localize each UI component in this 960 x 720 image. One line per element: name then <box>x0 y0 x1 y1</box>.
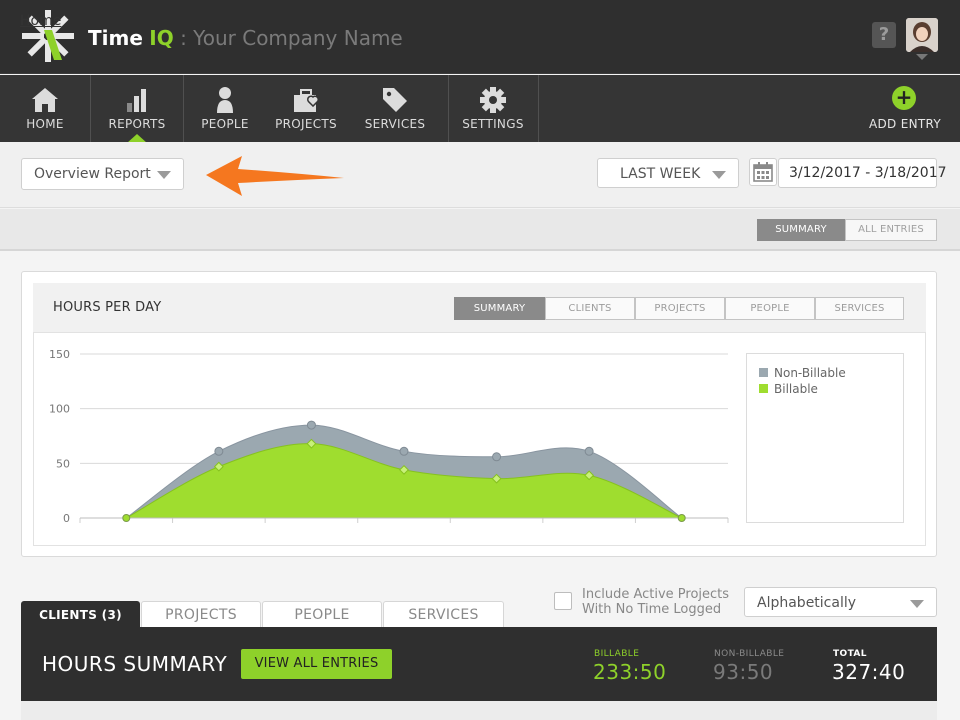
annotation-arrow-icon <box>206 156 344 196</box>
home-icon <box>32 88 58 112</box>
brand-iq: IQ <box>149 26 174 50</box>
y-tick-label: 150 <box>49 348 70 361</box>
summary-content-area <box>21 701 937 720</box>
gear-icon <box>480 87 506 113</box>
include-label-line2: With No Time Logged <box>582 602 722 617</box>
period-value: LAST WEEK <box>620 166 701 182</box>
toggle-summary[interactable]: SUMMARY <box>757 219 845 241</box>
include-label-line1: Include Active Projects <box>582 587 730 602</box>
add-entry-label: ADD ENTRY <box>869 117 941 131</box>
bar-chart-icon <box>127 89 146 112</box>
total-value: 327:40 <box>832 660 906 684</box>
breadcrumb-home-link[interactable]: Home <box>20 13 61 29</box>
y-tick-label: 0 <box>63 512 70 525</box>
point-non-billable <box>399 446 409 456</box>
nonbillable-value: 93:50 <box>713 660 774 684</box>
chart-tab-people[interactable]: PEOPLE <box>725 297 815 320</box>
date-range-field[interactable]: 3/12/2017 - 3/18/2017 <box>778 158 947 188</box>
calendar-button[interactable] <box>749 158 777 186</box>
legend-label: Billable <box>774 382 818 396</box>
company-name: Your Company Name <box>193 26 403 50</box>
billable-label: BILLABLE <box>594 649 640 659</box>
tab-projects[interactable]: PROJECTS <box>141 601 261 628</box>
nav-item-services[interactable]: SERVICES <box>352 75 438 142</box>
point-non-billable <box>306 420 316 430</box>
nav-label: SERVICES <box>364 117 426 131</box>
nav-item-settings[interactable]: SETTINGS <box>449 75 537 142</box>
nav-item-people[interactable]: PEOPLE <box>194 75 256 142</box>
tab-people[interactable]: PEOPLE <box>262 601 382 628</box>
tab-clients[interactable]: CLIENTS (3) <box>21 601 140 628</box>
chart-tab-projects[interactable]: PROJECTS <box>635 297 725 320</box>
nav-item-reports[interactable]: REPORTS <box>91 75 183 142</box>
help-button[interactable]: ? <box>872 22 896 48</box>
chart-tab-services[interactable]: SERVICES <box>815 297 904 320</box>
legend-item-billable: Billable <box>759 382 818 396</box>
nav-label: REPORTS <box>108 117 166 131</box>
view-all-entries-button[interactable]: VIEW ALL ENTRIES <box>241 649 392 679</box>
brand-separator: : <box>173 26 194 50</box>
chevron-down-icon <box>910 600 924 608</box>
chevron-down-icon <box>712 171 726 179</box>
point-non-billable <box>214 446 224 456</box>
legend-swatch <box>759 368 768 377</box>
point-billable <box>677 514 686 522</box>
hours-summary-title: HOURS SUMMARY <box>42 652 228 676</box>
nav-label: PROJECTS <box>275 117 337 131</box>
nav-label: SETTINGS <box>462 117 524 131</box>
calendar-icon <box>753 162 773 182</box>
chart-legend: Non-Billable Billable <box>746 353 904 523</box>
toggle-all-entries[interactable]: ALL ENTRIES <box>845 219 937 241</box>
nonbillable-label: NON-BILLABLE <box>714 649 785 659</box>
nav-label: PEOPLE <box>201 117 249 131</box>
help-icon: ? <box>878 24 890 45</box>
nav-item-projects[interactable]: PROJECTS <box>268 75 344 142</box>
nav-divider <box>538 75 539 142</box>
tab-services[interactable]: SERVICES <box>383 601 504 628</box>
chart-title: HOURS PER DAY <box>53 300 162 315</box>
hours-per-day-chart: 0 50 100 150 <box>49 348 729 525</box>
legend-swatch <box>759 384 768 393</box>
chevron-down-icon <box>157 171 171 179</box>
include-active-projects-label: Include Active Projects With No Time Log… <box>582 587 729 617</box>
chart-tab-summary[interactable]: SUMMARY <box>454 297 545 320</box>
billable-value: 233:50 <box>593 660 667 684</box>
person-icon <box>217 87 233 113</box>
legend-item-nonbillable: Non-Billable <box>759 366 846 380</box>
sort-order-select[interactable]: Alphabetically <box>744 587 937 617</box>
nav-divider <box>183 75 184 142</box>
legend-label: Non-Billable <box>774 366 846 380</box>
brand-title: Time IQ : Your Company Name <box>88 26 403 50</box>
briefcase-heart-icon <box>294 89 319 112</box>
period-select[interactable]: LAST WEEK <box>597 158 739 188</box>
report-type-select[interactable]: Overview Report <box>21 158 184 190</box>
point-billable <box>122 514 131 522</box>
y-tick-label: 100 <box>49 403 70 416</box>
y-tick-label: 50 <box>56 457 70 470</box>
point-non-billable <box>584 446 594 456</box>
user-avatar[interactable] <box>906 18 938 52</box>
add-plus-icon[interactable]: + <box>892 86 916 110</box>
total-label: TOTAL <box>833 649 867 659</box>
include-active-projects-checkbox[interactable] <box>554 592 572 610</box>
sort-order-value: Alphabetically <box>757 595 857 611</box>
nav-item-home[interactable]: HOME <box>0 75 90 142</box>
nav-label: HOME <box>26 117 64 131</box>
report-type-value: Overview Report <box>34 166 151 182</box>
avatar-photo-icon <box>906 18 938 52</box>
tag-icon <box>383 88 407 112</box>
brand-time: Time <box>88 26 143 50</box>
avatar-menu-caret-icon[interactable] <box>916 54 928 60</box>
point-non-billable <box>492 452 502 462</box>
chart-tab-clients[interactable]: CLIENTS <box>545 297 635 320</box>
